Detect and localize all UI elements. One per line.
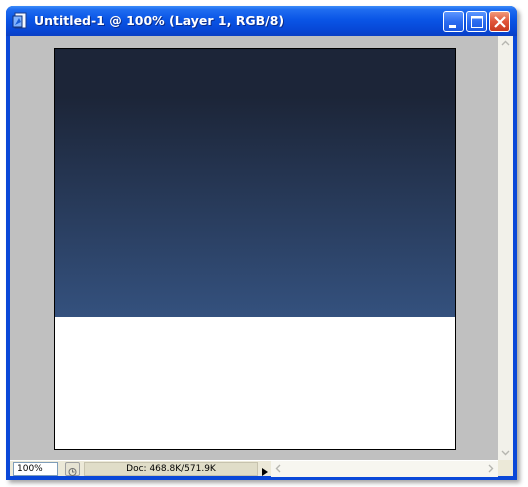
minimize-icon <box>449 25 456 28</box>
minimize-button[interactable] <box>443 11 464 32</box>
close-icon <box>494 16 506 28</box>
vertical-scrollbar[interactable] <box>498 36 513 460</box>
canvas[interactable] <box>54 48 456 450</box>
scroll-down-arrow-icon[interactable] <box>498 445 513 460</box>
window-title: Untitled-1 @ 100% (Layer 1, RGB/8) <box>34 13 285 28</box>
photoshop-document-icon[interactable] <box>12 12 29 30</box>
title-bar[interactable]: Untitled-1 @ 100% (Layer 1, RGB/8) <box>6 6 517 36</box>
maximize-icon <box>471 16 483 28</box>
scroll-left-arrow-icon[interactable] <box>271 461 286 476</box>
close-button[interactable] <box>489 11 510 32</box>
document-frame: 100% Doc: 468.8K/571.9K <box>10 36 513 477</box>
navigator-icon <box>68 468 77 476</box>
triangle-right-icon[interactable] <box>260 463 270 476</box>
zoom-level-field[interactable]: 100% <box>13 462 58 476</box>
horizontal-scrollbar[interactable] <box>271 461 498 477</box>
maximize-button[interactable] <box>466 11 487 32</box>
resize-grip[interactable] <box>498 460 513 476</box>
status-bar: 100% Doc: 468.8K/571.9K <box>10 460 513 477</box>
document-size-info: Doc: 468.8K/571.9K <box>84 462 258 476</box>
gradient-layer <box>55 49 455 317</box>
document-window: Untitled-1 @ 100% (Layer 1, RGB/8) 100% … <box>6 6 517 480</box>
scroll-right-arrow-icon[interactable] <box>483 461 498 476</box>
scroll-up-arrow-icon[interactable] <box>498 36 513 51</box>
navigator-button[interactable] <box>65 462 80 476</box>
